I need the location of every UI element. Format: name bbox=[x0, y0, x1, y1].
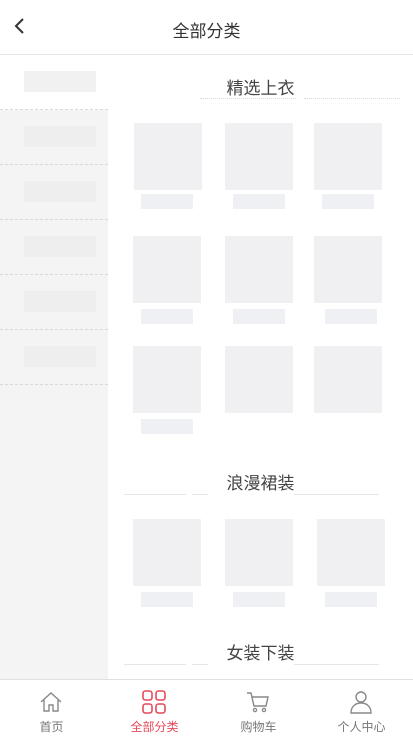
product-caption bbox=[325, 309, 377, 324]
product-thumbnail[interactable] bbox=[133, 236, 201, 303]
section-divider bbox=[294, 494, 379, 495]
sidebar-item[interactable] bbox=[0, 220, 108, 275]
product-thumbnail[interactable] bbox=[225, 346, 293, 413]
sidebar-item-placeholder bbox=[24, 71, 96, 92]
tab-category[interactable]: 全部分类 bbox=[103, 680, 206, 738]
product-caption bbox=[325, 592, 377, 607]
product-thumbnail[interactable] bbox=[134, 123, 202, 190]
section-title: 精选上衣 bbox=[226, 79, 295, 98]
sidebar-item[interactable] bbox=[0, 330, 108, 385]
product-caption bbox=[141, 592, 193, 607]
tab-label: 首页 bbox=[39, 720, 64, 734]
tab-home[interactable]: 首页 bbox=[0, 680, 103, 738]
bottom-tab-bar: 首页 全部分类 购物车 个人中心 bbox=[0, 679, 413, 738]
section-divider bbox=[124, 494, 186, 495]
sidebar-item-placeholder bbox=[24, 181, 96, 202]
home-icon bbox=[40, 692, 62, 712]
tab-cart[interactable]: 购物车 bbox=[207, 680, 310, 738]
product-thumbnail[interactable] bbox=[133, 346, 201, 413]
category-sidebar bbox=[0, 55, 108, 679]
product-thumbnail[interactable] bbox=[314, 346, 382, 413]
product-caption bbox=[233, 592, 285, 607]
sidebar-item-placeholder bbox=[24, 346, 96, 367]
product-caption bbox=[141, 194, 193, 209]
tab-label: 购物车 bbox=[240, 720, 277, 734]
sidebar-item-placeholder bbox=[24, 236, 96, 257]
product-caption bbox=[141, 309, 193, 324]
product-thumbnail[interactable] bbox=[225, 236, 293, 303]
section-divider bbox=[192, 494, 208, 495]
product-thumbnail[interactable] bbox=[314, 236, 382, 303]
tab-label: 全部分类 bbox=[130, 720, 179, 734]
product-thumbnail[interactable] bbox=[314, 123, 382, 190]
sidebar-item[interactable] bbox=[0, 55, 108, 110]
sidebar-item[interactable] bbox=[0, 110, 108, 165]
product-caption bbox=[322, 194, 374, 209]
section-title: 浪漫裙装 bbox=[226, 474, 295, 493]
sidebar-item[interactable] bbox=[0, 165, 108, 220]
app-header: 全部分类 bbox=[0, 0, 413, 55]
category-content: 精选上衣 浪漫裙装 女装下装 bbox=[108, 55, 413, 679]
sidebar-item-placeholder bbox=[24, 126, 96, 147]
section-divider bbox=[124, 664, 186, 665]
cart-icon bbox=[247, 692, 269, 713]
product-caption bbox=[233, 309, 285, 324]
category-grid-icon bbox=[142, 690, 166, 714]
section-divider bbox=[192, 664, 208, 665]
user-icon bbox=[350, 691, 372, 714]
product-thumbnail[interactable] bbox=[133, 519, 201, 586]
product-thumbnail[interactable] bbox=[225, 519, 293, 586]
product-thumbnail[interactable] bbox=[225, 123, 293, 190]
tab-label: 个人中心 bbox=[337, 720, 386, 734]
section-title: 女装下装 bbox=[226, 644, 295, 663]
page-title: 全部分类 bbox=[172, 22, 241, 41]
product-caption bbox=[233, 194, 285, 209]
product-thumbnail[interactable] bbox=[317, 519, 385, 586]
tab-profile[interactable]: 个人中心 bbox=[310, 680, 413, 738]
product-caption bbox=[141, 419, 193, 434]
sidebar-item[interactable] bbox=[0, 275, 108, 330]
sidebar-item-placeholder bbox=[24, 291, 96, 312]
section-divider bbox=[294, 664, 379, 665]
